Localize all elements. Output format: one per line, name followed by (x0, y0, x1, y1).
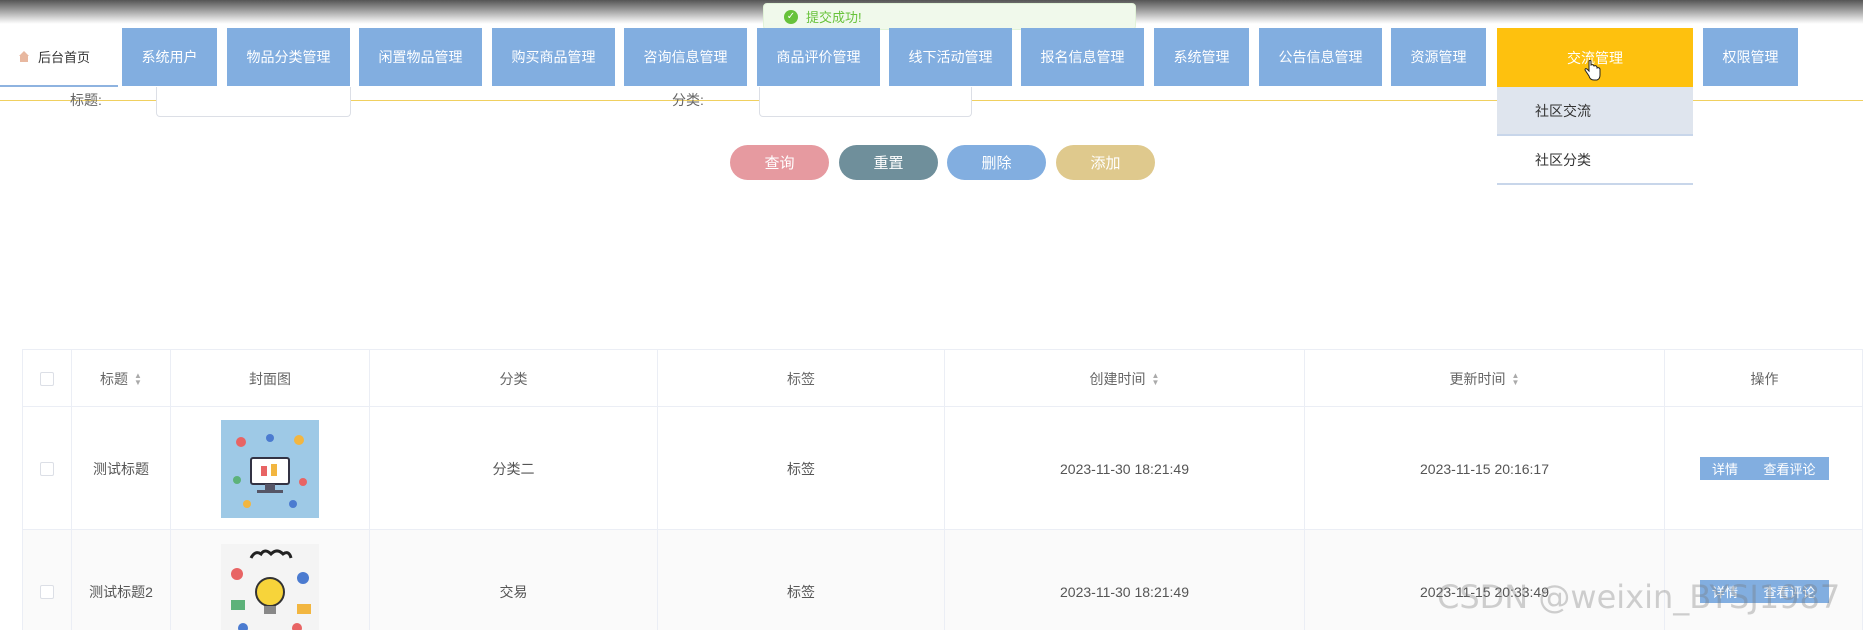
header-cover: 封面图 (171, 350, 370, 408)
check-circle-icon: ✓ (784, 9, 798, 24)
nav-item-purchase[interactable]: 购买商品管理 (492, 28, 615, 86)
detail-button[interactable]: 详情 (1700, 457, 1750, 480)
header-created[interactable]: 创建时间 ▲ ▼ (945, 350, 1305, 408)
nav-item-idle-goods[interactable]: 闲置物品管理 (359, 28, 482, 86)
query-button[interactable]: 查询 (730, 145, 829, 180)
dropdown-item-community-exchange[interactable]: 社区交流 (1497, 87, 1693, 136)
nav-item-review[interactable]: 商品评价管理 (757, 28, 880, 86)
title-search-input[interactable] (156, 87, 351, 117)
toast-message: 提交成功! (806, 10, 862, 25)
admin-page: ✓ 提交成功! 后台首页 系统用户 物品分类管理 闲置物品管理 购买商品管理 咨… (0, 0, 1863, 630)
nav-item-activity[interactable]: 线下活动管理 (889, 28, 1012, 86)
cell-title: 测试标题2 (72, 530, 171, 630)
header-title-label: 标题 (100, 371, 129, 387)
sort-icon[interactable]: ▲ ▼ (1152, 372, 1160, 387)
cover-image[interactable] (221, 419, 319, 518)
home-icon (18, 50, 30, 63)
delete-button[interactable]: 删除 (947, 145, 1046, 180)
header-updated-label: 更新时间 (1449, 371, 1506, 387)
view-comments-button[interactable]: 查看评论 (1750, 457, 1829, 480)
header-select-all[interactable] (23, 350, 72, 408)
cell-category: 分类二 (370, 407, 658, 530)
table-header: 标题 ▲ ▼ 封面图 分类 标签 创建时间 ▲ ▼ 更新时间 ▲ ▼ 操作 (22, 349, 1863, 408)
category-label: 分类: (672, 92, 704, 108)
nav-item-system-user[interactable]: 系统用户 (122, 28, 217, 86)
add-button[interactable]: 添加 (1056, 145, 1155, 180)
reset-button[interactable]: 重置 (839, 145, 938, 180)
cell-category: 交易 (370, 530, 658, 630)
table-row: 测试标题 分类二 标签 2023-11-30 18:21:49 2023-11-… (22, 407, 1863, 530)
header-actions: 操作 (1750, 371, 1779, 387)
row-select[interactable] (23, 407, 72, 530)
cell-tag: 标签 (658, 407, 945, 530)
nav-home[interactable]: 后台首页 (0, 28, 118, 87)
cell-updated: 2023-11-15 20:16:17 (1305, 407, 1665, 530)
nav-item-resource[interactable]: 资源管理 (1391, 28, 1486, 86)
cell-cover (171, 530, 370, 630)
nav-item-signup[interactable]: 报名信息管理 (1021, 28, 1144, 86)
header-title[interactable]: 标题 ▲ ▼ (72, 350, 171, 408)
cell-created: 2023-11-30 18:21:49 (945, 530, 1305, 630)
category-select[interactable] (759, 87, 972, 117)
cover-image[interactable] (221, 544, 319, 630)
sort-icon[interactable]: ▲ ▼ (134, 372, 142, 387)
watermark: CSDN @weixin_BYSJ1987 (1437, 578, 1841, 616)
header-updated[interactable]: 更新时间 ▲ ▼ (1305, 350, 1665, 408)
nav-item-category[interactable]: 物品分类管理 (227, 28, 350, 86)
nav-home-label: 后台首页 (38, 50, 91, 65)
header-tag: 标签 (658, 350, 945, 408)
select-all-checkbox[interactable] (40, 372, 54, 386)
row-checkbox[interactable] (40, 461, 54, 476)
cell-title: 测试标题 (72, 407, 171, 530)
sort-icon[interactable]: ▲ ▼ (1512, 372, 1520, 387)
exchange-dropdown: 社区交流 社区分类 (1497, 87, 1693, 185)
dropdown-item-community-category[interactable]: 社区分类 (1497, 136, 1693, 185)
cell-created: 2023-11-30 18:21:49 (945, 407, 1305, 530)
cell-cover (171, 407, 370, 530)
row-checkbox[interactable] (40, 584, 54, 599)
success-toast: ✓ 提交成功! (763, 3, 1136, 30)
title-label: 标题: (70, 92, 102, 108)
header-created-label: 创建时间 (1089, 371, 1146, 387)
nav-item-system[interactable]: 系统管理 (1154, 28, 1249, 86)
nav-item-permission[interactable]: 权限管理 (1703, 28, 1798, 86)
nav-item-consult[interactable]: 咨询信息管理 (624, 28, 747, 86)
row-select[interactable] (23, 530, 72, 630)
cell-tag: 标签 (658, 530, 945, 630)
nav-item-notice[interactable]: 公告信息管理 (1259, 28, 1382, 86)
header-category: 分类 (370, 350, 658, 408)
cell-actions: 详情 查看评论 (1665, 407, 1863, 530)
hand-cursor-icon (1584, 60, 1601, 81)
